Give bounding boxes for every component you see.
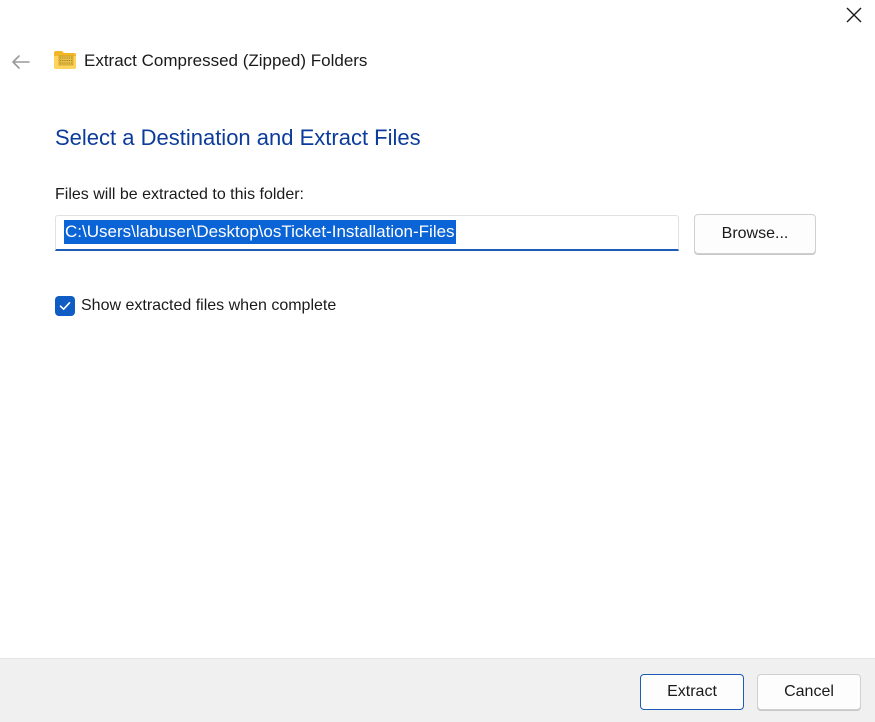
destination-path-input[interactable]: C:\Users\labuser\Desktop\osTicket-Instal…: [55, 215, 679, 251]
page-heading: Select a Destination and Extract Files: [55, 125, 421, 150]
close-button[interactable]: [832, 0, 875, 30]
show-extracted-files-option[interactable]: Show extracted files when complete: [55, 295, 336, 317]
show-extracted-files-checkbox[interactable]: [55, 296, 75, 316]
back-button[interactable]: [6, 48, 34, 76]
window-title: Extract Compressed (Zipped) Folders: [84, 51, 368, 70]
back-arrow-icon: [12, 55, 30, 69]
checkmark-icon: [59, 302, 71, 310]
destination-path-text: C:\Users\labuser\Desktop\osTicket-Instal…: [64, 220, 456, 244]
dialog-footer: Extract Cancel: [0, 658, 875, 722]
extract-button[interactable]: Extract: [640, 674, 744, 710]
close-icon: [846, 7, 861, 23]
zipped-folder-icon: [54, 51, 76, 69]
browse-button[interactable]: Browse...: [694, 214, 816, 254]
extract-dialog: Extract Compressed (Zipped) Folders Sele…: [0, 0, 875, 722]
cancel-button[interactable]: Cancel: [757, 674, 861, 710]
show-extracted-files-label: Show extracted files when complete: [81, 297, 337, 314]
destination-label: Files will be extracted to this folder:: [55, 186, 304, 203]
